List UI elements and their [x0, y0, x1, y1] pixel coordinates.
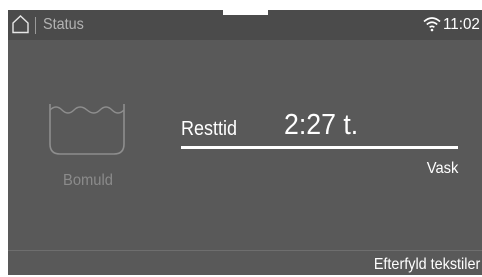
title-separator	[35, 17, 36, 34]
remaining-time-value: 2:27 t.	[284, 109, 359, 141]
add-laundry-button[interactable]: Efterfyld tekstiler	[374, 254, 480, 275]
wifi-icon	[423, 17, 441, 32]
clock: 11:02	[443, 16, 480, 33]
home-icon[interactable]	[11, 14, 30, 34]
progress-fill	[181, 146, 458, 149]
program-name: Bomuld	[63, 172, 113, 189]
display-screen: Status 11:02 Bomuld Resttid 2:27 t. Vask…	[8, 10, 482, 275]
program-phase: Vask	[426, 160, 458, 177]
progress-bar	[181, 146, 458, 149]
washtub-icon	[49, 104, 125, 155]
status-bar: Status 11:02	[8, 10, 482, 40]
page-title: Status	[43, 16, 84, 33]
page-indicator	[223, 10, 268, 15]
footer-divider	[8, 250, 482, 251]
remaining-time-label: Resttid	[181, 118, 238, 140]
